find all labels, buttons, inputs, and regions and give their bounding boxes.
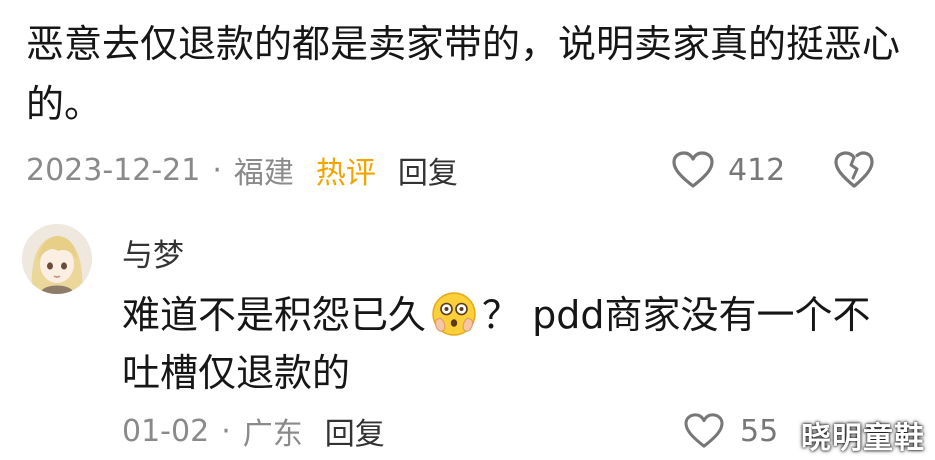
like-button[interactable]: 55 <box>684 410 778 452</box>
broken-heart-icon <box>834 151 874 188</box>
reply-comment-meta: 01-02 · 广东 回复 <box>122 409 385 453</box>
comment-date: 2023-12-21 <box>26 152 201 188</box>
reply-location: 广东 <box>242 417 303 452</box>
meta-separator: · <box>221 413 231 449</box>
hot-comment-badge: 热评 <box>315 156 376 191</box>
username[interactable]: 与梦 <box>122 230 184 275</box>
watermark: 晓明童鞋 <box>801 421 925 456</box>
reply-button[interactable]: 回复 <box>398 148 458 192</box>
reply-text-part1: 难道不是积怨已久 <box>122 293 427 337</box>
reply-date: 01-02 <box>122 413 210 449</box>
reply-button[interactable]: 回复 <box>325 409 385 453</box>
comment-location: 福建 <box>233 156 294 191</box>
like-count: 412 <box>728 152 786 188</box>
comment-meta: 2023-12-21 · 福建 热评 回复 <box>26 148 458 192</box>
heart-outline-icon <box>672 151 714 188</box>
reply-comment-text: 难道不是积怨已久 ？ pdd商家没有一个不吐槽仅退款的 <box>122 286 882 402</box>
comment-text: 恶意去仅退款的都是卖家带的，说明卖家真的挺恶心的。 <box>26 22 901 126</box>
dislike-button[interactable] <box>832 148 876 192</box>
heart-outline-icon <box>684 413 724 448</box>
meta-separator: · <box>212 152 222 188</box>
anime-girl-avatar-icon <box>22 224 92 294</box>
avatar[interactable] <box>22 224 92 294</box>
like-button[interactable]: 412 <box>672 148 785 192</box>
like-count: 55 <box>740 413 779 449</box>
flushed-face-emoji-icon <box>432 292 476 336</box>
